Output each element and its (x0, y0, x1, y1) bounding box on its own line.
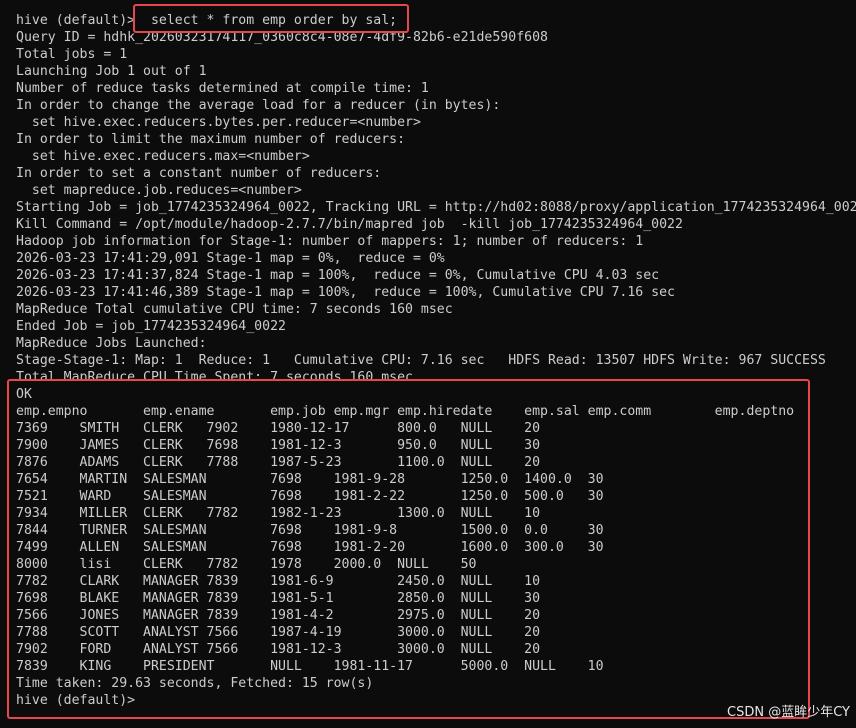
output-line: Ended Job = job_1774235324964_0022 (16, 319, 286, 334)
terminal-window[interactable]: hive (default)> select * from emp order … (0, 0, 856, 728)
output-line: Total MapReduce CPU Time Spent: 7 second… (16, 370, 413, 381)
output-line: set mapreduce.job.reduces=<number> (16, 183, 302, 198)
result-row: 7499 ALLEN SALESMAN 7698 1981-2-20 1600.… (16, 540, 604, 555)
result-row: 7521 WARD SALESMAN 7698 1981-2-22 1250.0… (16, 489, 604, 504)
result-row: 7654 MARTIN SALESMAN 7698 1981-9-28 1250… (16, 472, 604, 487)
result-row: 7876 ADAMS CLERK 7788 1987-5-23 1100.0 N… (16, 455, 541, 470)
result-ok-line: OK (16, 387, 32, 402)
output-line: In order to set a constant number of red… (16, 166, 382, 181)
result-row: 7369 SMITH CLERK 7902 1980-12-17 800.0 N… (16, 421, 541, 436)
result-row: 8000 lisi CLERK 7782 1978 2000.0 NULL 50 (16, 557, 477, 572)
output-line: Query ID = hdhk_20260323174117_0360c8c4-… (16, 30, 548, 45)
result-row: 7902 FORD ANALYST 7566 1981-12-3 3000.0 … (16, 642, 541, 657)
output-line: set hive.exec.reducers.max=<number> (16, 149, 310, 164)
output-line: Number of reduce tasks determined at com… (16, 81, 429, 96)
result-header-row: emp.empno emp.ename emp.job emp.mgr emp.… (16, 404, 795, 419)
output-line: Stage-Stage-1: Map: 1 Reduce: 1 Cumulati… (16, 353, 826, 368)
time-taken-line: Time taken: 29.63 seconds, Fetched: 15 r… (16, 676, 374, 691)
result-row: 7788 SCOTT ANALYST 7566 1987-4-19 3000.0… (16, 625, 541, 640)
result-row: 7782 CLARK MANAGER 7839 1981-6-9 2450.0 … (16, 574, 541, 589)
output-line: MapReduce Jobs Launched: (16, 336, 207, 351)
output-line: Kill Command = /opt/module/hadoop-2.7.7/… (16, 217, 683, 232)
result-row: 7698 BLAKE MANAGER 7839 1981-5-1 2850.0 … (16, 591, 541, 606)
output-line: Total jobs = 1 (16, 47, 128, 62)
result-row: 7900 JAMES CLERK 7698 1981-12-3 950.0 NU… (16, 438, 541, 453)
output-line: In order to change the average load for … (16, 98, 501, 113)
output-line: In order to limit the maximum number of … (16, 132, 406, 147)
hive-prompt[interactable]: hive (default)> (16, 692, 135, 709)
result-row: 7844 TURNER SALESMAN 7698 1981-9-8 1500.… (16, 523, 604, 538)
output-line: 2026-03-23 17:41:29,091 Stage-1 map = 0%… (16, 251, 445, 266)
output-line: Hadoop job information for Stage-1: numb… (16, 234, 644, 249)
command-prompt-line[interactable]: hive (default)> select * from emp order … (16, 12, 397, 29)
result-row: 7934 MILLER CLERK 7782 1982-1-23 1300.0 … (16, 506, 541, 521)
output-line: 2026-03-23 17:41:37,824 Stage-1 map = 10… (16, 268, 660, 283)
result-row: 7566 JONES MANAGER 7839 1981-4-2 2975.0 … (16, 608, 541, 623)
output-line: Starting Job = job_1774235324964_0022, T… (16, 200, 856, 215)
result-row: 7839 KING PRESIDENT NULL 1981-11-17 5000… (16, 659, 604, 674)
csdn-watermark: CSDN @蓝眸少年CY (727, 705, 850, 720)
output-line: set hive.exec.reducers.bytes.per.reducer… (16, 115, 421, 130)
output-line: 2026-03-23 17:41:46,389 Stage-1 map = 10… (16, 285, 675, 300)
output-line: Launching Job 1 out of 1 (16, 64, 207, 79)
output-line: MapReduce Total cumulative CPU time: 7 s… (16, 302, 453, 317)
